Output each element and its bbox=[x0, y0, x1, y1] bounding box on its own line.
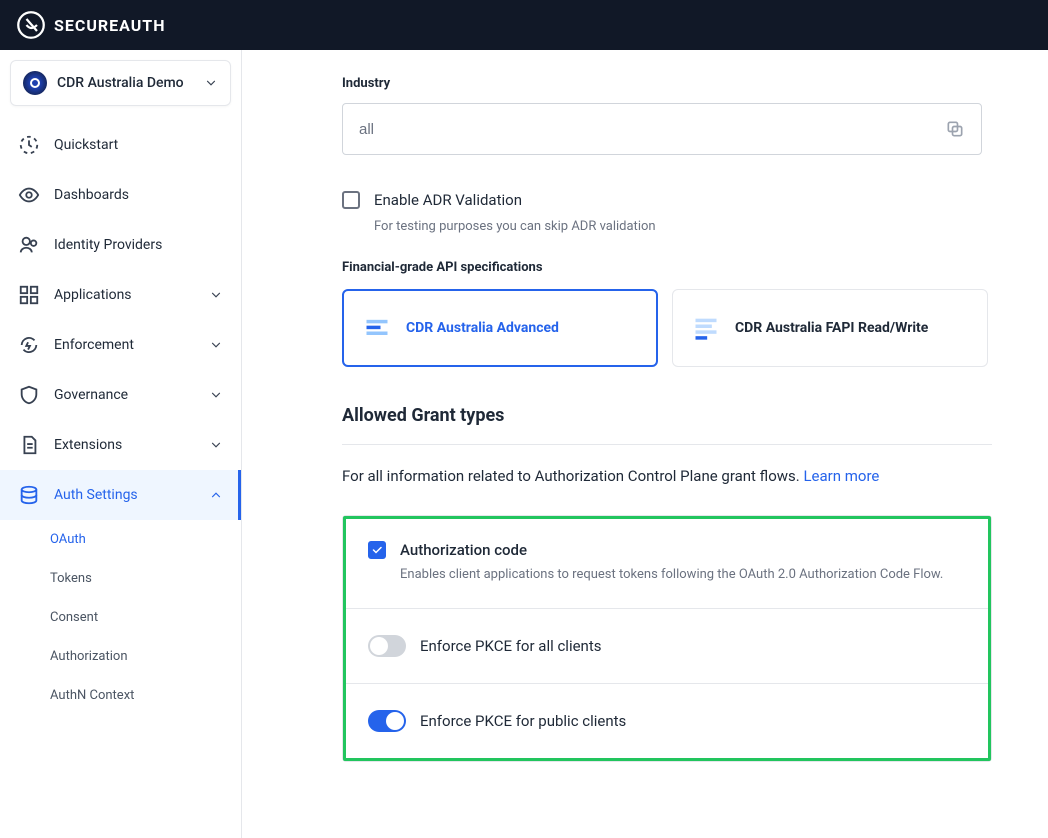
enforcement-icon bbox=[18, 334, 40, 356]
pkce-all-toggle[interactable] bbox=[368, 635, 406, 657]
sidebar-item-extensions[interactable]: Extensions bbox=[0, 420, 241, 470]
adr-validation-checkbox[interactable] bbox=[342, 191, 360, 209]
fapi-card-title: CDR Australia FAPI Read/Write bbox=[735, 320, 928, 336]
grid-icon bbox=[18, 284, 40, 306]
grant-types-title: Allowed Grant types bbox=[342, 405, 992, 426]
chevron-up-icon bbox=[209, 488, 223, 502]
subnav-tokens[interactable]: Tokens bbox=[50, 559, 241, 598]
chevron-down-icon bbox=[204, 76, 218, 90]
workspace-selector[interactable]: CDR Australia Demo bbox=[10, 60, 231, 106]
database-icon bbox=[18, 484, 40, 506]
subnav-authn-context[interactable]: AuthN Context bbox=[50, 676, 241, 715]
doc-icon bbox=[362, 313, 392, 343]
doc-icon bbox=[691, 313, 721, 343]
adr-validation-label: Enable ADR Validation bbox=[374, 191, 522, 209]
sidebar-item-label: Governance bbox=[54, 387, 128, 403]
subnav-consent[interactable]: Consent bbox=[50, 598, 241, 637]
pkce-public-label: Enforce PKCE for public clients bbox=[420, 712, 626, 730]
sidebar-item-label: Applications bbox=[54, 287, 132, 303]
fapi-card-title: CDR Australia Advanced bbox=[406, 320, 559, 336]
fapi-card-readwrite[interactable]: CDR Australia FAPI Read/Write bbox=[672, 289, 988, 367]
sidebar: CDR Australia Demo Quickstart Dashboards… bbox=[0, 50, 242, 838]
sidebar-item-auth-settings[interactable]: Auth Settings bbox=[0, 470, 241, 520]
adr-validation-helper: For testing purposes you can skip ADR va… bbox=[374, 219, 992, 234]
adr-validation-row: Enable ADR Validation bbox=[342, 191, 992, 209]
auth-code-checkbox[interactable] bbox=[368, 541, 386, 559]
auth-code-desc: Enables client applications to request t… bbox=[400, 567, 943, 582]
pkce-public-toggle[interactable] bbox=[368, 710, 406, 732]
chevron-down-icon bbox=[209, 388, 223, 402]
sidebar-item-identity-providers[interactable]: Identity Providers bbox=[0, 220, 241, 270]
sidebar-item-label: Identity Providers bbox=[54, 237, 162, 253]
subnav-oauth[interactable]: OAuth bbox=[50, 520, 241, 559]
shield-icon bbox=[18, 384, 40, 406]
grant-highlight-box: Authorization code Enables client applic… bbox=[343, 516, 991, 761]
industry-label: Industry bbox=[342, 76, 992, 91]
sidebar-item-applications[interactable]: Applications bbox=[0, 270, 241, 320]
sidebar-item-quickstart[interactable]: Quickstart bbox=[0, 120, 241, 170]
industry-input[interactable] bbox=[359, 121, 945, 138]
top-bar: SECUREAUTH bbox=[0, 0, 1048, 50]
grant-panel: Authorization code Enables client applic… bbox=[342, 515, 992, 762]
chevron-down-icon bbox=[209, 288, 223, 302]
main-content: Industry Enable ADR Validation For testi… bbox=[242, 50, 1048, 838]
sidebar-item-enforcement[interactable]: Enforcement bbox=[0, 320, 241, 370]
fapi-card-advanced[interactable]: CDR Australia Advanced bbox=[342, 289, 658, 367]
brand-logo: SECUREAUTH bbox=[16, 10, 166, 40]
sidebar-item-label: Quickstart bbox=[54, 137, 118, 153]
sidebar-item-label: Auth Settings bbox=[54, 487, 138, 503]
subnav-authorization[interactable]: Authorization bbox=[50, 637, 241, 676]
sidebar-subnav: OAuth Tokens Consent Authorization AuthN… bbox=[0, 520, 241, 715]
pkce-all-label: Enforce PKCE for all clients bbox=[420, 637, 602, 655]
sidebar-item-label: Extensions bbox=[54, 437, 122, 453]
eye-icon bbox=[18, 184, 40, 206]
users-icon bbox=[18, 234, 40, 256]
auth-code-title: Authorization code bbox=[400, 541, 943, 559]
document-icon bbox=[18, 434, 40, 456]
sidebar-item-label: Dashboards bbox=[54, 187, 129, 203]
learn-more-link[interactable]: Learn more bbox=[803, 467, 879, 485]
sidebar-item-label: Enforcement bbox=[54, 337, 134, 353]
copy-icon[interactable] bbox=[945, 119, 965, 139]
quickstart-icon bbox=[18, 134, 40, 156]
workspace-icon bbox=[23, 71, 47, 95]
workspace-name: CDR Australia Demo bbox=[57, 75, 184, 91]
brand-text: SECUREAUTH bbox=[54, 16, 166, 35]
chevron-down-icon bbox=[209, 338, 223, 352]
sidebar-nav: Quickstart Dashboards Identity Providers… bbox=[0, 116, 241, 838]
sidebar-item-dashboards[interactable]: Dashboards bbox=[0, 170, 241, 220]
grant-types-info: For all information related to Authoriza… bbox=[342, 467, 992, 485]
brand-icon bbox=[16, 10, 46, 40]
sidebar-item-governance[interactable]: Governance bbox=[0, 370, 241, 420]
fapi-spec-label: Financial-grade API specifications bbox=[342, 260, 992, 275]
chevron-down-icon bbox=[209, 438, 223, 452]
industry-input-wrap[interactable] bbox=[342, 103, 982, 155]
